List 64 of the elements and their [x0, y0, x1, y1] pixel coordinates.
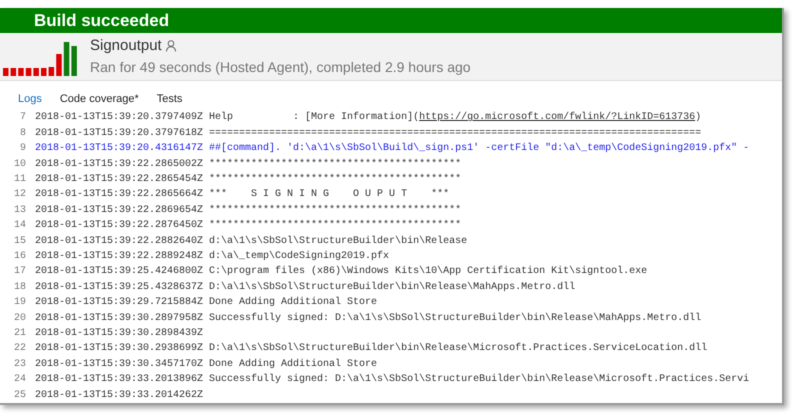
log-link[interactable]: https://go.microsoft.com/fwlink/?LinkID=613736 [419, 110, 696, 126]
log-timestamp: 2018-01-13T15:39:22.2865454Z [35, 172, 204, 187]
line-number: 19 [12, 296, 26, 310]
log-message: Done Adding Additional Store [209, 296, 378, 310]
line-number: 8 [18, 126, 26, 141]
log-timestamp: 2018-01-13T15:39:25.4328637Z [35, 280, 204, 295]
log-timestamp: 2018-01-13T15:39:20.3797409Z [35, 111, 204, 126]
line-number: 14 [12, 219, 26, 234]
log-message: ****************************************** [209, 172, 462, 187]
log-message: *** S I G N I N G O U P U T *** [209, 188, 450, 202]
tab[interactable]: Logs [18, 90, 42, 107]
log-message-end: ) [695, 110, 702, 126]
log-timestamp: 2018-01-13T15:39:25.4246800Z [35, 265, 204, 280]
line-number: 9 [18, 142, 26, 156]
log-message: d:\a\1\s\SbSol\StructureBuilder\bin\Release [209, 234, 468, 249]
build-status-title: Build succeeded [34, 10, 170, 32]
line-number: 15 [12, 234, 26, 249]
line-number: 10 [12, 158, 26, 172]
line-number: 16 [12, 250, 26, 264]
line-number: 20 [12, 312, 26, 326]
log-timestamp: 2018-01-13T15:39:30.3457170Z [35, 358, 204, 372]
line-number: 13 [12, 204, 26, 218]
log-timestamp: 2018-01-13T15:39:22.2865664Z [35, 188, 204, 202]
tab[interactable]: Tests [156, 90, 182, 107]
log-message: Successfully signed: D:\a\1\s\SbSol\StructureBuilder\bin\Release\MahApps.Metro.dll [209, 312, 702, 326]
log-message: ##[command]. 'd:\a\1\s\SbSol\Build\_sign.ps1' -certFile "d:\a\_temp\CodeSigning2019.pfx" - [209, 142, 750, 156]
log-timestamp: 2018-01-13T15:39:33.2014262Z [35, 388, 204, 403]
person-icon [166, 40, 176, 52]
line-number: 25 [12, 388, 26, 403]
log-timestamp: 2018-01-13T15:39:30.2898439Z [35, 326, 204, 341]
log-timestamp: 2018-01-13T15:39:29.7215884Z [35, 296, 204, 310]
line-number: 7 [18, 111, 26, 126]
line-number: 24 [12, 373, 26, 388]
log-timestamp: 2018-01-13T15:39:30.2938699Z [35, 342, 204, 356]
log-timestamp: 2018-01-13T15:39:33.2013896Z [35, 373, 204, 388]
line-number: 18 [12, 280, 26, 295]
log-message: Done Adding Additional Store [209, 358, 378, 372]
log-timestamp: 2018-01-13T15:39:30.2897958Z [35, 312, 204, 326]
log-message: Successfully signed: D:\a\1\s\SbSol\StructureBuilder\bin\Release\Microsoft.Practices.Servi [209, 372, 750, 388]
log-message: ================================================================================== [209, 126, 702, 141]
line-number: 22 [12, 342, 26, 356]
log-timestamp: 2018-01-13T15:39:22.2865002Z [35, 158, 204, 172]
log-message: Help : [More Information]( [209, 110, 420, 126]
log-message: C:\program files (x86)\Windows Kits\10\App Certification Kit\signtool.exe [209, 264, 648, 280]
log-timestamp: 2018-01-13T15:39:22.2882640Z [35, 234, 204, 249]
log-message: d:\a\_temp\CodeSigning2019.pfx [209, 250, 390, 264]
log-message: D:\a\1\s\SbSol\StructureBuilder\bin\Release\MahApps.Metro.dll [209, 280, 576, 295]
log-timestamp: 2018-01-13T15:39:22.2876450Z [35, 219, 204, 234]
tab[interactable]: Code coverage* [60, 90, 139, 107]
log-timestamp: 2018-01-13T15:39:22.2869654Z [35, 204, 204, 218]
build-summary: Ran for 49 seconds (Hosted Agent), completed 2.9 hours ago [90, 58, 471, 78]
log-message: D:\a\1\s\SbSol\StructureBuilder\bin\Release\Microsoft.Practices.ServiceLocation.dll [209, 342, 708, 356]
log-message: ****************************************** [209, 218, 462, 234]
line-number: 17 [12, 265, 26, 280]
line-number: 11 [12, 172, 26, 187]
log-message: ****************************************** [209, 204, 462, 218]
line-number: 23 [12, 358, 26, 372]
line-number: 12 [12, 188, 26, 202]
log-timestamp: 2018-01-13T15:39:20.4316147Z [35, 142, 204, 156]
line-number: 21 [12, 326, 26, 341]
log-timestamp: 2018-01-13T15:39:20.3797618Z [35, 126, 204, 141]
log-timestamp: 2018-01-13T15:39:22.2889248Z [35, 250, 204, 264]
build-name: Signoutput [90, 36, 162, 56]
log-message: ****************************************** [209, 158, 462, 172]
